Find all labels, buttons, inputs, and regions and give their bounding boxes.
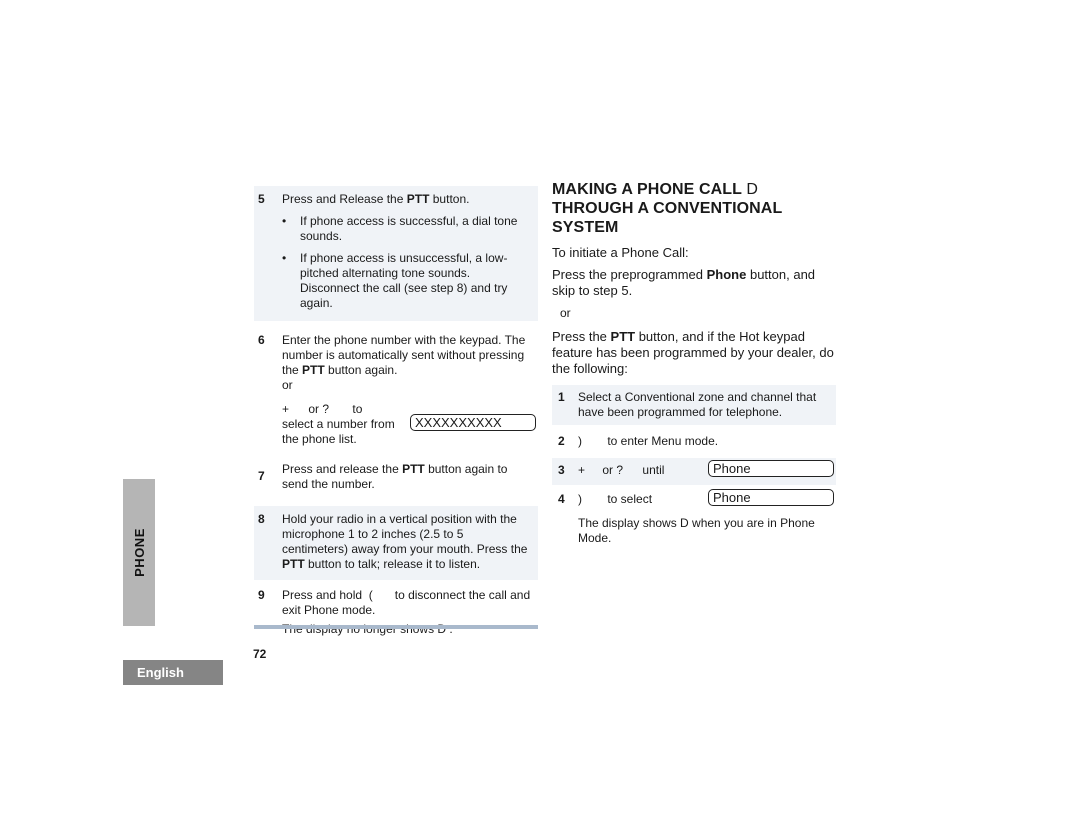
step-9: 9 Press and hold (to disconnect the call… <box>258 588 531 636</box>
bullet-item: • If phone access is unsuccessful, a low-… <box>282 251 508 310</box>
step-7: 7 Press and release the PTT button again… <box>258 462 508 491</box>
step-6: 6 Enter the phone number with the keypad… <box>254 327 538 454</box>
end-key-icon: ( <box>368 588 373 602</box>
or-text: or <box>560 306 571 320</box>
or-text: or <box>282 378 293 392</box>
step-3: 3 + or ? until Phone <box>552 458 836 485</box>
section-tab-label: PHONE <box>131 528 147 577</box>
bullet-item: • If phone access is successful, a dial t… <box>282 214 518 243</box>
section-divider <box>254 625 538 629</box>
up-key-icon: + <box>282 402 290 416</box>
step-2: 2 ) to enter Menu mode. <box>558 434 719 448</box>
radio-display: Phone <box>708 489 834 506</box>
menu-key-icon: ) <box>578 492 582 506</box>
step-4: 4 ) to select Phone <box>552 487 836 514</box>
step-1: 1 Select a Conventional zone and channel… <box>552 385 836 425</box>
phone-status-icon: D <box>746 181 758 198</box>
up-key-icon: + <box>578 463 586 477</box>
step-8: 8 Hold your radio in a vertical position… <box>254 506 538 580</box>
page-number: 72 <box>253 647 267 661</box>
language-tab: English <box>123 660 223 685</box>
left-column: 5 Press and Release the PTT button. • If … <box>254 186 538 643</box>
down-key-icon: ? <box>322 402 330 416</box>
right-column: MAKING A PHONE CALL D THROUGH A CONVENTI… <box>552 180 836 551</box>
radio-display: Phone <box>708 460 834 477</box>
step-5: 5 Press and Release the PTT button. • If … <box>254 186 538 321</box>
radio-display: XXXXXXXXXX <box>410 414 536 431</box>
page-title: MAKING A PHONE CALL D THROUGH A CONVENTI… <box>552 181 783 236</box>
menu-key-icon: ) <box>578 434 582 448</box>
step-4-note: The display shows D when you are in Phon… <box>578 516 815 545</box>
section-tab-phone: PHONE <box>123 479 155 626</box>
